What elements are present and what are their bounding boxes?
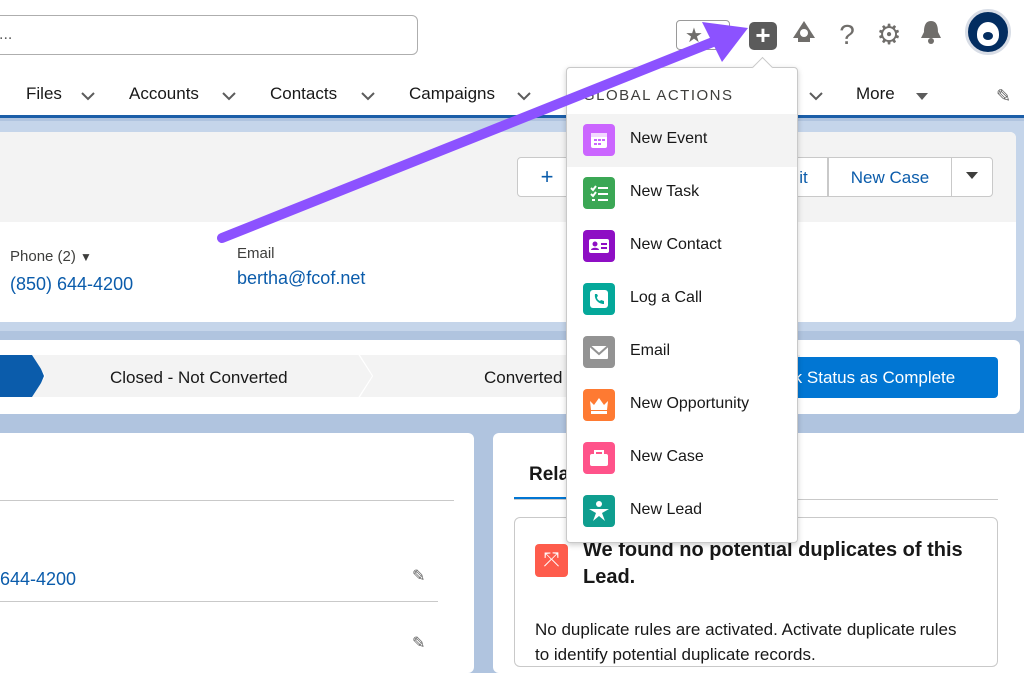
contact-card-icon xyxy=(583,230,615,262)
chevron-down-icon[interactable] xyxy=(806,86,826,106)
new-case-button[interactable]: New Case xyxy=(828,157,952,197)
bear-face-icon xyxy=(977,22,999,46)
phone-label: Phone (2) ▼ xyxy=(10,248,92,265)
tab-related[interactable]: Rela xyxy=(529,464,569,486)
menu-item-new-case[interactable]: New Case xyxy=(567,432,797,485)
more-actions-button[interactable] xyxy=(951,157,993,197)
phone-icon xyxy=(583,283,615,315)
edit-pencil-icon[interactable]: ✎ xyxy=(412,566,425,586)
email-label: Email xyxy=(237,245,275,262)
duplicates-message: No duplicate rules are activated. Activa… xyxy=(535,620,957,664)
envelope-icon xyxy=(583,336,615,368)
caret-down-icon[interactable]: ▼ xyxy=(80,250,92,264)
menu-item-label: New Contact xyxy=(630,236,722,253)
nav-item-more[interactable]: More xyxy=(856,84,895,104)
calendar-icon xyxy=(583,124,615,156)
global-header: ... ★ + ? ⚙ xyxy=(0,0,1024,70)
chevron-down-icon[interactable] xyxy=(219,86,239,106)
menu-item-label: New Lead xyxy=(630,501,703,518)
duplicate-merge-icon: ⤧ xyxy=(535,544,568,577)
duplicates-title: We found no potential duplicates of this… xyxy=(583,539,963,588)
avatar[interactable] xyxy=(965,9,1011,55)
menu-item-label: New Opportunity xyxy=(630,395,750,412)
details-card xyxy=(0,433,474,673)
nav-item-contacts[interactable]: Contacts xyxy=(270,84,337,104)
menu-item-label: New Event xyxy=(630,130,708,147)
global-actions-menu: GLOBAL ACTIONS New Event New Task New Co… xyxy=(566,67,798,543)
star-icon: ★ xyxy=(685,25,703,47)
nav-item-campaigns[interactable]: Campaigns xyxy=(409,84,495,104)
path-step-label: Closed - Not Converted xyxy=(110,368,288,387)
nav-item-files[interactable]: Files xyxy=(26,84,62,104)
task-checklist-icon xyxy=(583,177,615,209)
menu-item-log-a-call[interactable]: Log a Call xyxy=(567,273,797,326)
caret-down-icon[interactable] xyxy=(912,86,932,106)
menu-item-label: New Task xyxy=(630,183,700,200)
gear-icon[interactable]: ⚙ xyxy=(874,18,904,52)
plus-icon: + xyxy=(755,20,771,50)
menu-item-email[interactable]: Email xyxy=(567,326,797,379)
detail-phone-link[interactable]: 644-4200 xyxy=(0,569,76,590)
global-actions-button[interactable]: + xyxy=(749,22,777,50)
menu-heading: GLOBAL ACTIONS xyxy=(583,87,734,104)
menu-item-new-task[interactable]: New Task xyxy=(567,167,797,220)
menu-item-new-contact[interactable]: New Contact xyxy=(567,220,797,273)
menu-item-new-lead[interactable]: New Lead xyxy=(567,485,797,538)
email-link[interactable]: bertha@fcof.net xyxy=(237,268,365,289)
nav-bar: Files Accounts Contacts Campaigns More xyxy=(0,70,1024,118)
person-star-icon xyxy=(583,495,615,527)
path-step-label: Converted xyxy=(484,368,563,387)
briefcase-icon xyxy=(583,442,615,474)
menu-item-label: New Case xyxy=(630,448,704,465)
menu-item-new-event[interactable]: New Event xyxy=(567,114,797,167)
nav-item-accounts[interactable]: Accounts xyxy=(129,84,199,104)
plus-icon: + xyxy=(540,164,554,189)
bell-icon[interactable] xyxy=(916,18,946,52)
chevron-down-icon[interactable] xyxy=(78,86,98,106)
caret-down-icon xyxy=(966,172,978,179)
chevron-down-icon[interactable] xyxy=(358,86,378,106)
trailhead-icon[interactable] xyxy=(789,18,819,52)
crown-icon xyxy=(583,389,615,421)
search-input[interactable]: ... xyxy=(0,15,418,55)
favorites-button[interactable]: ★ xyxy=(676,20,730,50)
menu-item-label: Email xyxy=(630,342,671,359)
edit-nav-pencil-icon[interactable]: ✎ xyxy=(996,86,1011,107)
divider xyxy=(0,500,454,501)
edit-pencil-icon[interactable]: ✎ xyxy=(412,633,425,653)
chevron-down-icon[interactable] xyxy=(514,86,534,106)
phone-link[interactable]: (850) 644-4200 xyxy=(10,274,133,295)
menu-item-label: Log a Call xyxy=(630,289,703,306)
help-icon[interactable]: ? xyxy=(832,18,862,52)
menu-item-new-opportunity[interactable]: New Opportunity xyxy=(567,379,797,432)
divider xyxy=(0,601,438,602)
